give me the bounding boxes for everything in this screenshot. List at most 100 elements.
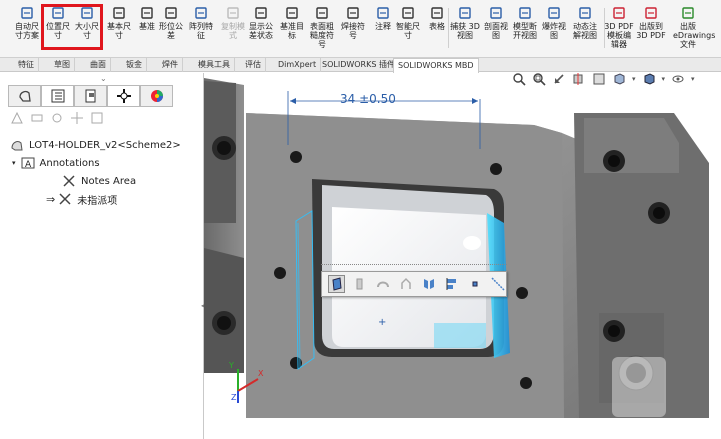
ribbon-button-publish-edrawings[interactable]: 出版 eDrawings 文件 — [673, 6, 715, 49]
display-style-icon[interactable] — [642, 72, 656, 86]
datum-target-icon — [286, 7, 298, 19]
tree-item-notes-area[interactable]: Notes Area — [62, 173, 136, 189]
ribbon-button-label: 3D PDF 模板编 辑器 — [604, 22, 634, 49]
configuration-manager-icon[interactable] — [74, 85, 107, 107]
3d-pdf-template-editor-icon — [613, 7, 625, 19]
zoom-to-fit-icon[interactable] — [512, 72, 526, 86]
ribbon-button-label: 形位公 差 — [159, 22, 183, 40]
axis-y-label: Y — [229, 361, 234, 370]
ribbon-button-label: 出版到 3D PDF — [636, 22, 666, 40]
display-manager-icon[interactable] — [140, 85, 173, 107]
publish-3d-pdf-icon — [645, 7, 657, 19]
tab-solidworks-mbd[interactable]: SOLIDWORKS MBD — [393, 58, 479, 73]
tolerance-status-icon — [255, 7, 267, 19]
command-manager-ribbon: 自动尺 寸方案 位置尺 寸大小尺 寸基本尺 寸基准 形位公 差阵列特 征复制模 式显… — [0, 0, 721, 58]
face-select-icon[interactable] — [328, 275, 345, 293]
ribbon-button-datum-target[interactable]: 基准目 标 — [277, 6, 307, 40]
svg-text:+: + — [378, 317, 386, 328]
ribbon-button-3d-pdf-template-editor[interactable]: 3D PDF 模板编 辑器 — [604, 6, 634, 49]
ribbon-separator — [448, 8, 449, 48]
basic-location-icon[interactable] — [30, 111, 44, 125]
tree-root[interactable]: LOT4-HOLDER_v2<Scheme2> — [10, 137, 181, 153]
pane-resize-handle[interactable]: ⌄ — [100, 74, 107, 83]
ribbon-button-label: 动态注 解视图 — [573, 22, 597, 40]
tab-evaluate[interactable]: 评估 — [241, 58, 266, 72]
capture-3d-view-icon — [459, 7, 471, 19]
dimension-label[interactable]: 34 ±0.50 — [340, 92, 396, 106]
ribbon-button-surface-finish[interactable]: 表面粗 糙度符 号 — [307, 6, 337, 49]
table-icon — [431, 7, 443, 19]
surface-finish-icon — [316, 7, 328, 19]
tab-features[interactable]: 特征 — [14, 58, 39, 72]
view-orientation-icon[interactable] — [612, 72, 626, 86]
show-tolerance-status-icon[interactable] — [50, 111, 64, 125]
ribbon-button-label: 模型断 开视图 — [513, 22, 537, 40]
arrow-right-icon: ⇒ — [46, 192, 56, 206]
ribbon-button-geometric-tolerance[interactable]: 形位公 差 — [156, 6, 186, 40]
tree-root-label: LOT4-HOLDER_v2<Scheme2> — [29, 139, 181, 151]
ribbon-button-dynamic-annotation-views[interactable]: 动态注 解视图 — [570, 6, 600, 40]
tab-sheet-metal[interactable]: 钣金 — [122, 58, 147, 72]
tab-dimxpert[interactable]: DimXpert — [274, 58, 322, 72]
ribbon-button-weld-symbol[interactable]: 焊接符 号 — [338, 6, 368, 40]
hide-show-items-icon[interactable] — [671, 72, 685, 86]
mirror-icon[interactable] — [420, 275, 437, 293]
property-manager-icon[interactable] — [41, 85, 74, 107]
ribbon-button-section-view[interactable]: 剖面视 图 — [481, 6, 511, 40]
ribbon-button-pattern-feature[interactable]: 阵列特 征 — [186, 6, 216, 40]
tab-solidworks-addins[interactable]: SOLIDWORKS 插件 — [318, 58, 400, 72]
unassigned-items-icon — [59, 193, 71, 205]
tab-mold-tools[interactable]: 模具工具 — [194, 58, 235, 72]
display-style-dropdown-icon[interactable]: ▾ — [662, 75, 666, 83]
part-icon — [11, 141, 23, 151]
ribbon-button-tolerance-status[interactable]: 显示公 差状态 — [246, 6, 276, 40]
section-view-icon[interactable] — [572, 72, 586, 86]
model-view: + — [204, 78, 709, 418]
model-break-view-icon — [519, 7, 531, 19]
ribbon-button-auto-dimension[interactable]: 自动尺 寸方案 — [12, 6, 42, 40]
copy-scheme-icon — [227, 7, 239, 19]
tree-item-annotations[interactable]: ▾ A Annotations — [12, 155, 100, 171]
section-view-icon — [490, 7, 502, 19]
feature-manager-icon[interactable] — [8, 85, 41, 107]
tree-item-unassigned[interactable]: ⇒ 未指派项 — [46, 191, 117, 207]
ribbon-button-copy-scheme[interactable]: 复制模 式 — [218, 6, 248, 40]
copy-scheme-icon[interactable] — [70, 111, 84, 125]
weld-symbol-icon — [347, 7, 359, 19]
tab-weldments[interactable]: 焊件 — [158, 58, 183, 72]
slot-icon[interactable] — [374, 275, 391, 293]
pattern-feature-icon — [195, 7, 207, 19]
ribbon-button-smart-dimension[interactable]: 智能尺 寸 — [393, 6, 423, 40]
ribbon-button-label: 焊接符 号 — [341, 22, 365, 40]
context-toolbar — [321, 271, 507, 297]
pocket-icon[interactable] — [397, 275, 414, 293]
previous-view-icon[interactable] — [552, 72, 566, 86]
auto-dimension-icon — [21, 7, 33, 19]
plane-icon[interactable] — [351, 275, 368, 293]
dynamic-annotation-views-icon[interactable] — [592, 72, 606, 86]
view-orientation-dropdown-icon[interactable]: ▾ — [632, 75, 636, 83]
tolstack-icon[interactable] — [90, 111, 104, 125]
hide-show-dropdown-icon[interactable]: ▾ — [691, 75, 695, 83]
graphics-area[interactable]: + Y X Z — [204, 73, 721, 439]
axis-icon[interactable] — [489, 275, 506, 293]
tab-surfaces[interactable]: 曲面 — [86, 58, 111, 72]
ribbon-button-model-break-view[interactable]: 模型断 开视图 — [510, 6, 540, 40]
tab-sketch[interactable]: 草图 — [50, 58, 75, 72]
zoom-to-area-icon[interactable] — [532, 72, 546, 86]
align-icon[interactable] — [443, 275, 460, 293]
context-toolbar-grip[interactable] — [321, 264, 507, 271]
ribbon-button-label: 显示公 差状态 — [249, 22, 273, 40]
ribbon-button-capture-3d-view[interactable]: 捕获 3D 视图 — [450, 6, 480, 40]
ribbon-button-publish-3d-pdf[interactable]: 出版到 3D PDF — [636, 6, 666, 40]
notes-area-icon — [63, 175, 75, 187]
annotations-folder-icon: A — [21, 157, 35, 170]
tree-item-notes-area-label: Notes Area — [81, 175, 137, 187]
collapse-arrow-icon[interactable]: ▾ — [12, 159, 16, 167]
auto-dimension-scheme-icon[interactable] — [10, 111, 24, 125]
ribbon-button-exploded-view[interactable]: 爆炸视 图 — [539, 6, 569, 40]
ribbon-button-basic-dimension[interactable]: 基本尺 寸 — [104, 6, 134, 40]
ribbon-separator — [604, 8, 605, 48]
point-icon[interactable] — [466, 275, 483, 293]
dimxpert-manager-icon[interactable] — [107, 85, 140, 107]
